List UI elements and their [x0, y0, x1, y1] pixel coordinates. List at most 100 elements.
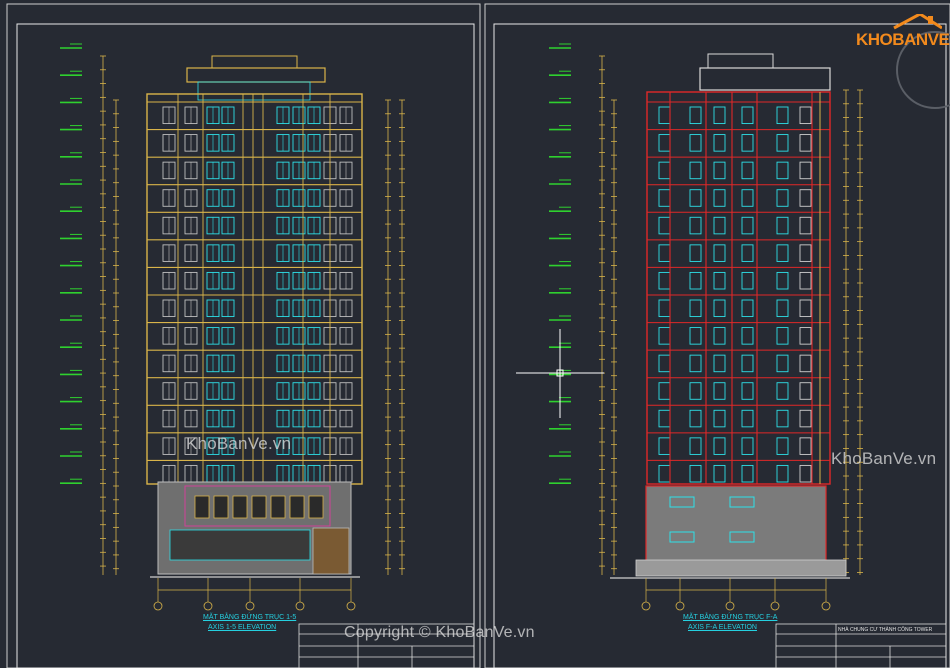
- window: [741, 327, 754, 345]
- window: [799, 271, 812, 290]
- window: [741, 409, 754, 428]
- window: [658, 161, 671, 180]
- window: [658, 134, 671, 152]
- window: [713, 437, 726, 455]
- window: [658, 354, 671, 373]
- podium-window: [232, 495, 248, 519]
- window: [776, 464, 789, 483]
- window: [658, 382, 671, 400]
- window: [713, 354, 726, 373]
- podium-window: [289, 495, 305, 519]
- window: [689, 134, 702, 152]
- window: [776, 134, 789, 152]
- podium-window: [213, 495, 229, 519]
- axis-bubble: [153, 601, 163, 611]
- window: [776, 189, 789, 207]
- window: [741, 189, 754, 207]
- window: [741, 382, 754, 400]
- window: [741, 106, 754, 125]
- window: [713, 299, 726, 318]
- window: [741, 271, 754, 290]
- window: [776, 327, 789, 345]
- window: [713, 161, 726, 180]
- window: [776, 106, 789, 125]
- window: [713, 271, 726, 290]
- window: [799, 327, 812, 345]
- window: [741, 134, 754, 152]
- window: [776, 409, 789, 428]
- watermark-center: KhoBanVe.vn: [186, 434, 292, 453]
- window: [658, 409, 671, 428]
- window: [776, 271, 789, 290]
- window: [689, 189, 702, 207]
- podium-window: [308, 495, 324, 519]
- axis-bubble: [346, 601, 356, 611]
- window: [799, 216, 812, 235]
- right-titleblock-project: NHÀ CHUNG CƯ THÀNH CÔNG TOWER: [838, 627, 933, 633]
- podium-window: [194, 495, 210, 519]
- window: [713, 216, 726, 235]
- window: [799, 244, 812, 262]
- window: [799, 189, 812, 207]
- window: [799, 382, 812, 400]
- window: [799, 437, 812, 455]
- window: [776, 216, 789, 235]
- window: [799, 409, 812, 428]
- window: [776, 299, 789, 318]
- window: [689, 106, 702, 125]
- window: [713, 106, 726, 125]
- window: [689, 464, 702, 483]
- axis-bubble: [725, 601, 735, 611]
- window: [713, 464, 726, 483]
- left-caption-vn: MẶT BẰNG ĐỨNG TRỤC 1-5: [203, 614, 297, 621]
- axis-bubble: [675, 601, 685, 611]
- roof-parapet: [186, 67, 326, 83]
- window: [741, 354, 754, 373]
- window: [713, 327, 726, 345]
- window: [799, 106, 812, 125]
- window: [689, 216, 702, 235]
- window: [689, 437, 702, 455]
- window: [741, 244, 754, 262]
- window: [658, 271, 671, 290]
- window: [713, 382, 726, 400]
- axis-bubble: [245, 601, 255, 611]
- window: [776, 161, 789, 180]
- crosshair-cursor-icon: [516, 329, 604, 418]
- window: [776, 437, 789, 455]
- left-elevation-axis-1-5: [60, 43, 405, 611]
- entrance-glazing: [169, 529, 311, 561]
- window: [689, 354, 702, 373]
- window: [741, 161, 754, 180]
- window: [713, 189, 726, 207]
- window: [658, 216, 671, 235]
- window: [689, 271, 702, 290]
- roof-windows: [197, 81, 311, 101]
- roof-block: [699, 67, 831, 91]
- window: [689, 299, 702, 318]
- right-caption-vn: MẶT BẰNG ĐỨNG TRỤC F-A: [683, 614, 778, 621]
- axis-bubble: [203, 601, 213, 611]
- logo-wordmark: KHOBANVE: [856, 30, 950, 49]
- window: [658, 106, 671, 125]
- window: [741, 464, 754, 483]
- window: [658, 327, 671, 345]
- window: [713, 134, 726, 152]
- roof-top: [211, 55, 298, 69]
- axis-bubble: [821, 601, 831, 611]
- window: [689, 409, 702, 428]
- left-caption-en: AXIS 1-5 ELEVATION: [208, 624, 277, 631]
- window: [689, 161, 702, 180]
- cad-canvas[interactable]: [0, 0, 950, 668]
- watermark-copyright: Copyright © KhoBanVe.vn: [344, 624, 535, 641]
- right-caption-en: AXIS F-A ELEVATION: [688, 624, 757, 631]
- window: [658, 464, 671, 483]
- window: [776, 354, 789, 373]
- window: [741, 299, 754, 318]
- window: [689, 244, 702, 262]
- window: [658, 437, 671, 455]
- window: [799, 134, 812, 152]
- window: [689, 327, 702, 345]
- window: [799, 354, 812, 373]
- window: [689, 382, 702, 400]
